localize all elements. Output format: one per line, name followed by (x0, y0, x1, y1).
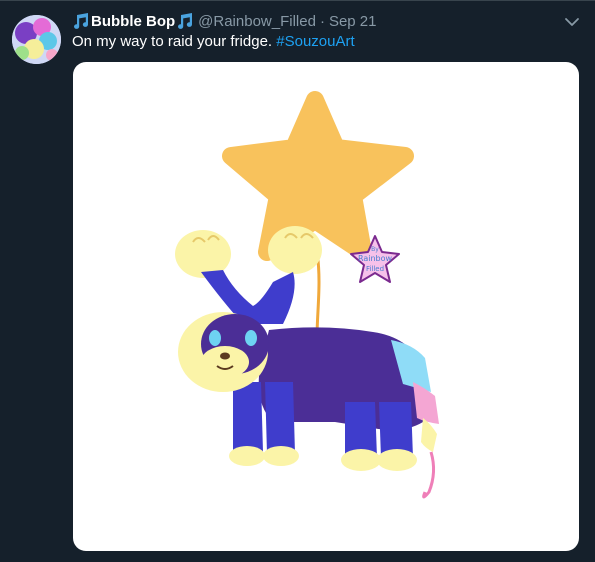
hashtag-link[interactable]: #SouzouArt (276, 33, 354, 50)
user-handle[interactable]: @Rainbow_Filled (198, 13, 316, 30)
chevron-down-icon[interactable] (564, 14, 580, 30)
tweet-text: On my way to raid your fridge. #SouzouAr… (72, 33, 355, 50)
watermark-line-3: Filled (366, 265, 384, 273)
tweet[interactable]: Bubble Bop @Rainbow_Filled · Sep 21 On m… (0, 0, 595, 562)
tweet-header: Bubble Bop @Rainbow_Filled · Sep 21 (72, 10, 376, 32)
muzzle (201, 346, 249, 378)
timestamp[interactable]: Sep 21 (329, 13, 377, 30)
right-eye (245, 330, 257, 346)
watermark-line-1: By (371, 246, 379, 253)
left-eye (209, 330, 221, 346)
media-artwork: By Rainbow Filled (175, 91, 439, 499)
tweet-media[interactable]: By Rainbow Filled (73, 62, 579, 551)
music-note-icon (178, 13, 193, 29)
tweet-text-body: On my way to raid your fridge. (72, 33, 277, 50)
display-name[interactable]: Bubble Bop (91, 13, 175, 30)
avatar[interactable] (12, 15, 61, 64)
front-leg-right (265, 382, 295, 454)
watermark-line-2: Rainbow (358, 254, 393, 263)
front-leg-left (233, 382, 263, 454)
music-note-icon (74, 13, 89, 29)
star-balloon (222, 91, 414, 261)
separator-dot: · (319, 12, 325, 30)
right-raised-paw (268, 226, 322, 274)
avatar-image (12, 15, 61, 64)
